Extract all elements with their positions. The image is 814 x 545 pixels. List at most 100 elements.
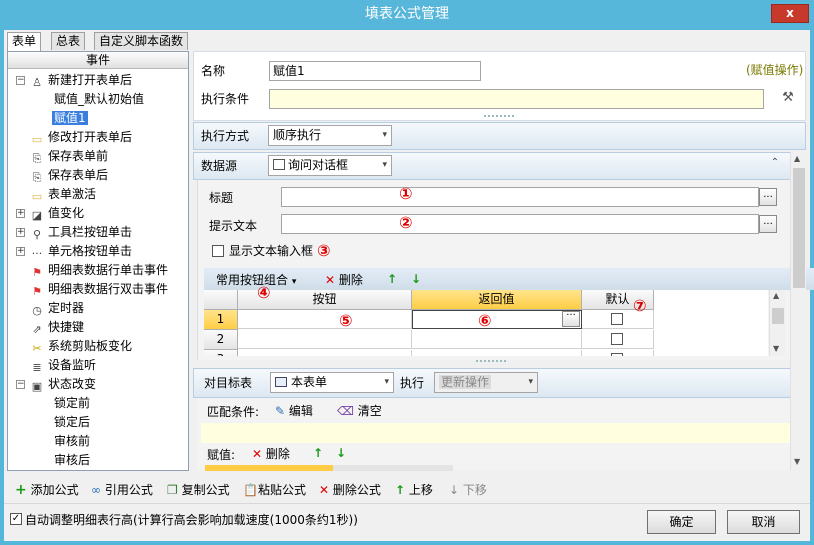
cell-browse-button[interactable]: ··· [562,311,580,327]
tree-item-clipboard[interactable]: ✂ 系统剪贴板变化 [30,337,132,356]
marker-7: ⑦ [633,296,647,315]
shortcut-icon: ⇗ [32,323,42,336]
condition-label: 执行条件 [201,92,250,106]
grid-col-return-value[interactable]: 返回值 [412,290,582,310]
tree-item-shortcut[interactable]: ⇗ 快捷键 [30,318,84,337]
tree-item-activate[interactable]: ▭ 表单激活 [30,185,96,204]
tree-item-timer[interactable]: ◷ 定时器 [30,299,84,318]
auto-row-height-label: 自动调整明细表行高(计算行高会影响加载速度(1000条约1秒)) [25,513,358,527]
tree-item-toolbar-click[interactable]: ⚲ 工具栏按钮单击 [30,223,132,242]
assign-move-down-icon[interactable]: ↓ [336,444,346,462]
ok-button[interactable]: 确定 [647,510,716,534]
collapse-section-icon[interactable]: ⌃ [768,157,782,171]
tree-item-assign-default[interactable]: 赋值_默认初始值 [54,90,144,109]
move-up-arrow-icon[interactable]: ↑ [387,270,397,288]
target-select[interactable]: 本表单 ▾ [270,372,394,393]
tree-item-cell-button-click[interactable]: ··· 单元格按钮单击 [30,242,132,261]
tree-item-assign1[interactable]: 赋值1 [52,109,88,128]
paste-formula-button[interactable]: 📋粘贴公式 [243,481,306,499]
tree-item-device-listen[interactable]: ≣ 设备监听 [30,356,96,375]
grid-cell-return-value[interactable] [412,330,582,349]
name-input[interactable]: 赋值1 [269,61,481,81]
exec-mode-label: 执行方式 [201,129,250,143]
tree-item-modify-open[interactable]: ▭ 修改打开表单后 [30,128,132,147]
collapse-icon[interactable]: − [16,76,25,85]
tab-custom-script[interactable]: 自定义脚本函数 [94,32,189,50]
tree-item-after-lock[interactable]: 锁定后 [54,413,90,432]
grid-delete-button[interactable]: ✕ 删除 [325,271,363,289]
match-clear-button[interactable]: ⌫ 清空 [337,402,382,420]
scroll-up-icon[interactable]: ▲ [773,291,779,300]
grid-cell-button[interactable] [238,330,412,349]
expand-icon[interactable]: + [16,247,25,256]
tree-item-detail-row-dblclick[interactable]: ⚑ 明细表数据行双击事件 [30,280,168,299]
cancel-button[interactable]: 取消 [727,510,800,534]
default-checkbox[interactable] [611,353,623,356]
folder-icon: ▭ [31,133,43,146]
copy-icon: ❐ [167,483,178,497]
grid-cell-button[interactable] [238,310,412,329]
move-up-button[interactable]: ↑ 上移 [395,481,433,499]
auto-row-height-checkbox[interactable]: ✓ [10,513,22,525]
tree-item-before-save[interactable]: ⎘ 保存表单前 [30,147,108,166]
title-bar: 填表公式管理 [0,0,814,30]
default-checkbox[interactable] [611,313,623,325]
grid-cell-return-value[interactable] [412,350,582,356]
grid-scrollbar[interactable]: ▲ ▼ [769,290,785,356]
move-down-arrow-icon[interactable]: ↓ [411,270,421,288]
tree-item-state-change[interactable]: ▣ 状态改变 [30,375,96,394]
match-condition-input[interactable] [201,423,790,443]
datasource-select[interactable]: 询问对话框 ▾ [268,155,392,176]
move-down-button[interactable]: ↓ 下移 [449,481,487,499]
tab-summary[interactable]: 总表 [51,32,86,50]
event-tree-panel: 事件 − ♙ 新建打开表单后 赋值_默认初始值 赋值1 ▭ 修改打开表单后 ⎘ 保存表… [7,51,189,471]
link-icon: ∞ [91,483,101,497]
main-scroll-thumb[interactable] [793,168,805,288]
title-input[interactable] [281,187,759,207]
grid-cell-default[interactable] [582,330,654,349]
tree-item-before-lock[interactable]: 锁定前 [54,394,90,413]
chevron-down-icon: ▾ [384,377,389,387]
assign-delete-button[interactable]: ✕ 删除 [252,445,290,463]
title-browse-button[interactable]: ... [759,188,777,206]
splitter-grip[interactable] [476,360,506,364]
prompt-browse-button[interactable]: ... [759,215,777,233]
prompt-input[interactable] [281,214,759,234]
match-edit-button[interactable]: ✎ 编辑 [275,402,313,420]
splitter-grip[interactable] [484,115,514,119]
assign-grid-header-partial [205,465,333,471]
scroll-down-icon[interactable]: ▼ [773,344,779,353]
expand-icon[interactable]: + [16,209,25,218]
grid-cell-return-value[interactable] [412,310,582,329]
tree-item-after-save[interactable]: ⎘ 保存表单后 [30,166,108,185]
exec-op-select[interactable]: 更新操作 ▾ [434,372,538,393]
grid-cell-default[interactable] [582,350,654,356]
tree-item-new-open[interactable]: ♙ 新建打开表单后 [30,71,132,90]
divider [4,503,810,504]
scroll-up-icon[interactable]: ▲ [794,154,800,163]
show-input-checkbox[interactable] [212,245,224,257]
grid-scroll-thumb[interactable] [772,308,784,324]
grid-cell-button[interactable] [238,350,412,356]
expand-icon[interactable]: + [16,228,25,237]
grid-row-number: 2 [204,330,238,350]
delete-formula-button[interactable]: ✕ 删除公式 [319,481,381,499]
copy-formula-button[interactable]: ❐ 复制公式 [167,481,230,499]
exec-mode-select[interactable]: 顺序执行 ▾ [268,125,392,146]
ref-formula-button[interactable]: ∞ 引用公式 [91,481,153,499]
add-formula-button[interactable]: + 添加公式 [15,481,79,499]
tree-item-detail-row-click[interactable]: ⚑ 明细表数据行单击事件 [30,261,168,280]
tree-item-before-audit[interactable]: 审核前 [54,432,90,451]
assign-grid-header-partial [333,465,453,471]
close-button[interactable]: x [771,4,809,23]
default-checkbox[interactable] [611,333,623,345]
formula-wand-icon[interactable]: ⚒ [779,90,797,108]
collapse-icon[interactable]: − [16,380,25,389]
scroll-down-icon[interactable]: ▼ [794,457,800,466]
tree-item-value-change[interactable]: ◪ 值变化 [30,204,84,223]
tree-item-after-audit[interactable]: 审核后 [54,451,90,470]
assign-move-up-icon[interactable]: ↑ [313,444,323,462]
condition-input[interactable] [269,89,764,109]
tab-form[interactable]: 表单 [7,32,42,52]
main-scrollbar[interactable]: ▲ ▼ [790,152,806,470]
